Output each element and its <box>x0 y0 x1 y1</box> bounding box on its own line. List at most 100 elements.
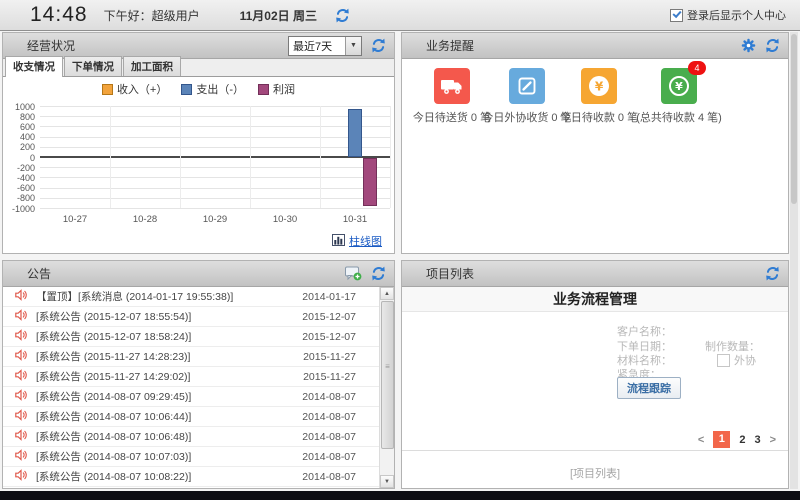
chart-link[interactable]: 柱线图 <box>349 233 382 249</box>
personal-center-label: 登录后显示个人中心 <box>687 7 786 23</box>
announcement-list: 【置顶】[系统消息 (2014-01-17 19:55:38)]2014-01-… <box>3 287 380 488</box>
status-tabs: 收支情况下单情况加工面积 <box>3 59 394 77</box>
add-message-icon[interactable] <box>345 266 362 281</box>
panel-header: 项目列表 <box>402 261 788 287</box>
panel-business-reminder: 业务提醒 今日待送货 0 笔今日外协收货 0 笔¥今日待收款 0 笔¥4(总共待… <box>401 32 789 254</box>
scroll-up-icon[interactable]: ▲ <box>380 287 394 300</box>
announcement-date: 2014-08-07 <box>302 391 356 403</box>
gridline <box>40 177 390 178</box>
x-tick-label: 10-28 <box>110 214 180 225</box>
legend-swatch <box>181 84 192 95</box>
page-scrollbar-thumb[interactable] <box>791 34 797 204</box>
announcement-date: 2014-08-07 <box>302 451 356 463</box>
outsource-checkbox[interactable] <box>717 354 730 367</box>
page-next-icon[interactable]: > <box>770 434 776 446</box>
panel-title: 业务提醒 <box>426 37 474 54</box>
announcement-row[interactable]: [系统公告 (2014-08-07 09:29:45)]2014-08-07 <box>3 387 380 407</box>
gridline <box>40 208 390 209</box>
announcement-row[interactable]: [系统公告 (2015-11-27 14:29:02)]2015-11-27 <box>3 367 380 387</box>
page-scrollbar[interactable] <box>790 32 798 489</box>
gridline <box>40 198 390 199</box>
announcement-row[interactable]: [系统公告 (2014-08-07 10:07:03)] 2014-08-07 <box>3 447 380 467</box>
announcement-row[interactable]: [系统公告 (2015-11-27 14:28:23)]2015-11-27 <box>3 347 380 367</box>
chevron-down-icon[interactable]: ▼ <box>345 37 361 55</box>
page-number-3[interactable]: 3 <box>754 434 760 446</box>
announcement-text: [系统公告 (2015-12-07 18:58:24)] <box>36 329 191 344</box>
announcement-scrollbar[interactable]: ▲ ▼ <box>379 287 394 488</box>
gridline <box>40 147 390 148</box>
pagination: <123 > <box>698 431 776 448</box>
tab-收支情况[interactable]: 收支情况 <box>5 56 63 77</box>
y-tick-label: -1000 <box>5 204 35 214</box>
announcement-row[interactable]: [系统公告 (2014-08-07 10:06:48)]2014-08-07 <box>3 427 380 447</box>
refresh-icon[interactable] <box>371 266 386 281</box>
chart-legend: 收入（+） 支出（-） 利润 <box>3 81 394 97</box>
yuan-icon: ¥ <box>581 68 617 104</box>
speaker-icon <box>15 428 28 446</box>
page-prev-icon[interactable]: < <box>698 434 704 446</box>
scroll-down-icon[interactable]: ▼ <box>380 475 394 488</box>
gear-icon[interactable] <box>741 38 756 53</box>
chart-type-switch: 柱线图 <box>332 233 382 249</box>
outsource-option[interactable]: 外协 <box>717 352 756 368</box>
track-process-button[interactable]: 流程跟踪 <box>617 377 681 399</box>
tab-下单情况[interactable]: 下单情况 <box>64 56 122 76</box>
speaker-icon <box>15 408 28 426</box>
announcement-text: [系统公告 (2014-08-07 10:08:22)] <box>36 469 191 484</box>
divider <box>402 450 788 451</box>
legend-item: 利润 <box>258 81 295 97</box>
reminder-tile[interactable]: ¥4(总共待收款 4 笔) <box>624 68 734 125</box>
announcement-row[interactable]: [系统公告 (2015-12-07 18:58:24)]2015-12-07 <box>3 327 380 347</box>
y-tick-label: 0 <box>5 153 35 163</box>
legend-swatch <box>102 84 113 95</box>
panel-announcements: 公告 【置顶】[系统消息 (2014-01-17 19:55:38)]2014-… <box>2 260 395 489</box>
legend-item: 支出（-） <box>181 81 244 97</box>
scrollbar-thumb[interactable] <box>381 301 394 449</box>
reminder-tile-label: (总共待收款 4 笔) <box>624 109 734 125</box>
refresh-icon[interactable] <box>765 38 780 53</box>
announcement-date: 2015-12-07 <box>302 311 356 323</box>
personal-center-option[interactable]: 登录后显示个人中心 <box>670 7 786 23</box>
announcement-date: 2015-11-27 <box>303 351 356 363</box>
announcement-row[interactable]: [系统公告 (2014-08-07 10:06:44)] 2014-08-07 <box>3 407 380 427</box>
announcement-row[interactable]: [系统公告 (2015-12-07 18:55:54)]2015-12-07 <box>3 307 380 327</box>
legend-swatch <box>258 84 269 95</box>
announcement-date: 2014-01-17 <box>302 291 356 303</box>
bar-支出（-）[interactable] <box>348 109 362 157</box>
panel-business-status: 经营状况 最近7天 ▼ 收支情况下单情况加工面积 收入（+）支出（-）利润 10… <box>2 32 395 254</box>
gridline <box>390 106 391 208</box>
announcement-text: [系统公告 (2014-08-07 10:06:44)] <box>36 409 191 424</box>
topbar-refresh-icon[interactable] <box>335 8 350 23</box>
refresh-icon[interactable] <box>371 38 386 53</box>
page-number-1[interactable]: 1 <box>713 431 730 448</box>
workflow-title: 业务流程管理 <box>402 287 788 312</box>
clock: 14:48 <box>30 3 88 27</box>
announcement-text: [系统公告 (2014-08-07 10:07:03)] <box>36 449 191 464</box>
dashboard: 14:48 下午好：超级用户 11月02日 周三 登录后显示个人中心 经营状况 … <box>0 0 800 500</box>
bar-利润[interactable] <box>363 158 377 206</box>
tab-加工面积[interactable]: 加工面积 <box>123 56 181 76</box>
speaker-icon <box>15 288 28 306</box>
speaker-icon <box>15 308 28 326</box>
speaker-icon <box>15 468 28 486</box>
date-label: 11月02日 周三 <box>240 7 317 24</box>
date-range-select[interactable]: 最近7天 ▼ <box>288 36 362 56</box>
announcement-date: 2014-08-07 <box>302 411 356 423</box>
gridline <box>40 167 390 168</box>
announcement-row[interactable]: 【置顶】[系统消息 (2014-01-17 19:55:38)]2014-01-… <box>3 287 380 307</box>
svg-text:¥: ¥ <box>675 80 683 93</box>
refresh-icon[interactable] <box>765 266 780 281</box>
gridline <box>40 116 390 117</box>
gridline <box>40 188 390 189</box>
y-tick-label: 400 <box>5 132 35 142</box>
panel-title: 项目列表 <box>426 265 474 282</box>
page-number-2[interactable]: 2 <box>739 434 745 446</box>
project-list-placeholder: [项目列表] <box>402 465 788 481</box>
x-tick-label: 10-29 <box>180 214 250 225</box>
legend-label: 支出（-） <box>196 81 244 97</box>
gridline <box>110 106 111 208</box>
legend-item: 收入（+） <box>102 81 167 97</box>
announcement-row[interactable]: [系统公告 (2014-08-07 10:08:22)]2014-08-07 <box>3 467 380 487</box>
edit-icon <box>509 68 545 104</box>
personal-center-checkbox[interactable] <box>670 9 683 22</box>
